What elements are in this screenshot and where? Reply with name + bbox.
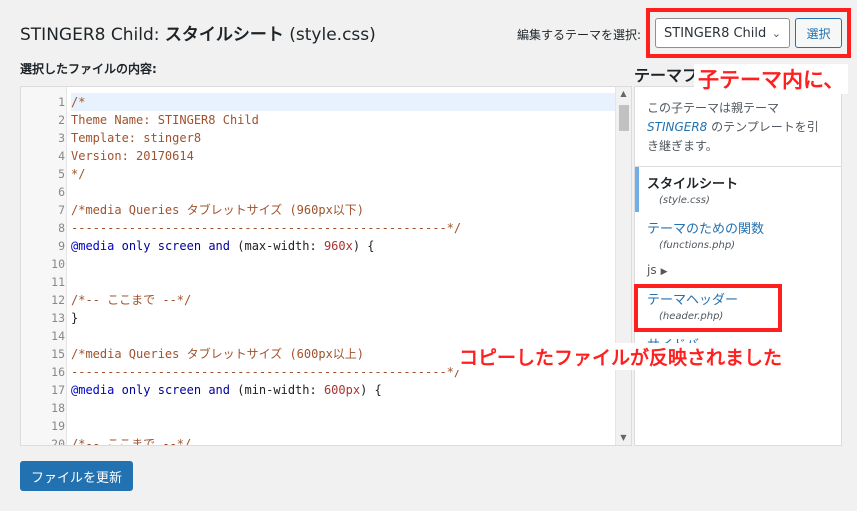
line-number: 11 — [51, 275, 65, 289]
code-line[interactable]: 19 — [21, 417, 617, 435]
line-number: 3 — [58, 131, 65, 145]
sidebar-title: テーマフ — [634, 66, 699, 85]
code-line[interactable]: 2 Theme Name: STINGER8 Child — [21, 111, 617, 129]
content-label: 選択したファイルの内容: — [20, 62, 157, 76]
code-line[interactable]: 18 — [21, 399, 617, 417]
scroll-up-icon[interactable]: ▲ — [616, 87, 631, 101]
desc-prefix: この子テーマは親テーマ — [647, 101, 780, 115]
code-line[interactable]: 9 @media only screen and (max-width: 960x… — [21, 237, 617, 255]
line-number: 2 — [58, 113, 65, 127]
line-number: 1 — [58, 95, 65, 109]
page-title-suffix: (style.css) — [283, 25, 376, 45]
code-line[interactable]: 17 @media only screen and (min-width: 600… — [21, 381, 617, 399]
file-item-label: テーマヘッダー — [647, 293, 739, 308]
code-line[interactable]: 3 Template: stinger8 — [21, 129, 617, 147]
theme-select-label: 編集するテーマを選択: — [517, 28, 642, 42]
line-number: 5 — [58, 167, 65, 181]
line-number: 8 — [58, 221, 65, 235]
file-item-header[interactable]: テーマヘッダー (header.php) — [635, 283, 841, 328]
select-theme-button[interactable]: 選択 — [795, 18, 842, 48]
file-item-filename: (functions.php) — [659, 240, 736, 251]
line-code: Version: 20170614 — [71, 149, 194, 163]
code-editor[interactable]: 1 /* 2 Theme Name: STINGER8 Child 3 Template:… — [20, 86, 632, 446]
line-number: 7 — [58, 203, 65, 217]
line-number: 17 — [51, 383, 65, 397]
annotation-child-theme: 子テーマ内に、 — [694, 64, 849, 94]
line-number: 18 — [51, 401, 65, 415]
code-line[interactable]: 10 — [21, 255, 617, 273]
line-code: /*media Queries タブレットサイズ (960px以下) — [71, 203, 365, 217]
parent-theme-link[interactable]: STINGER8 — [647, 120, 707, 134]
file-item-label: スタイルシート — [647, 177, 739, 192]
line-number: 15 — [51, 347, 65, 361]
file-item-functions[interactable]: テーマのための関数 (functions.php) — [635, 212, 841, 257]
line-number: 16 — [51, 365, 65, 379]
line-number: 9 — [58, 239, 65, 253]
line-code: */ — [71, 167, 86, 181]
line-number: 20 — [51, 437, 65, 446]
theme-select-value: STINGER8 Child — [664, 25, 767, 41]
code-line[interactable]: 5 */ — [21, 165, 617, 183]
line-code: ----------------------------------------… — [71, 221, 462, 235]
line-code: /*-- ここまで --*/ — [71, 437, 192, 446]
code-line[interactable]: 20 /*-- ここまで --*/ — [21, 435, 617, 446]
code-line[interactable]: 4 Version: 20170614 — [21, 147, 617, 165]
editor-scrollbar[interactable]: ▲ ▼ — [615, 87, 631, 445]
code-line[interactable]: 13} — [21, 309, 617, 327]
triangle-right-icon: ▶ — [660, 267, 668, 277]
code-line[interactable]: 11 — [21, 273, 617, 291]
file-item-label: テーマのための関数 — [647, 222, 765, 237]
line-number: 10 — [51, 257, 65, 271]
code-line[interactable]: 12 /*-- ここまで --*/ — [21, 291, 617, 309]
code-line[interactable]: 1 /* — [21, 93, 617, 111]
code-line[interactable]: 6 — [21, 183, 617, 201]
scroll-thumb[interactable] — [619, 105, 629, 131]
line-code: } — [71, 311, 79, 325]
line-number: 4 — [58, 149, 65, 163]
code-line[interactable]: 7 /*media Queries タブレットサイズ (960px以下) — [21, 201, 617, 219]
line-code: /* — [71, 93, 617, 111]
update-file-button[interactable]: ファイルを更新 — [20, 461, 133, 491]
page-title-prefix: STINGER8 Child: — [20, 25, 165, 45]
line-code: Theme Name: STINGER8 Child — [71, 113, 259, 127]
line-number: 6 — [58, 185, 65, 199]
line-number: 12 — [51, 293, 65, 307]
file-item-filename: (header.php) — [659, 311, 724, 322]
theme-files-sidebar: この子テーマは親テーマ STINGER8 のテンプレートを引き継ぎます。 スタイ… — [634, 86, 842, 446]
theme-select[interactable]: STINGER8 Child ⌄ — [655, 18, 790, 48]
line-code: @media only screen and (min-width: 600px… — [71, 383, 382, 397]
scroll-down-icon[interactable]: ▼ — [616, 431, 631, 445]
file-item-filename: (style.css) — [659, 195, 710, 206]
folder-label: js — [647, 263, 657, 277]
line-code: @media only screen and (max-width: 960x)… — [71, 239, 375, 253]
child-theme-description: この子テーマは親テーマ STINGER8 のテンプレートを引き継ぎます。 — [635, 87, 841, 167]
line-number: 19 — [51, 419, 65, 433]
page-title-jp: スタイルシート — [164, 25, 284, 45]
chevron-down-icon: ⌄ — [771, 26, 781, 40]
page-title: STINGER8 Child: スタイルシート (style.css) — [20, 20, 376, 45]
line-code: Template: stinger8 — [71, 131, 202, 145]
annotation-reflected: コピーしたファイルが反映されました — [455, 343, 787, 370]
line-number: 13 — [51, 311, 65, 325]
code-line[interactable]: 8 ---------------------------------------… — [21, 219, 617, 237]
file-item-style[interactable]: スタイルシート (style.css) — [635, 167, 841, 212]
folder-js[interactable]: js ▶ — [635, 257, 841, 283]
line-code: /*-- ここまで --*/ — [71, 293, 192, 307]
line-number: 14 — [51, 329, 65, 343]
